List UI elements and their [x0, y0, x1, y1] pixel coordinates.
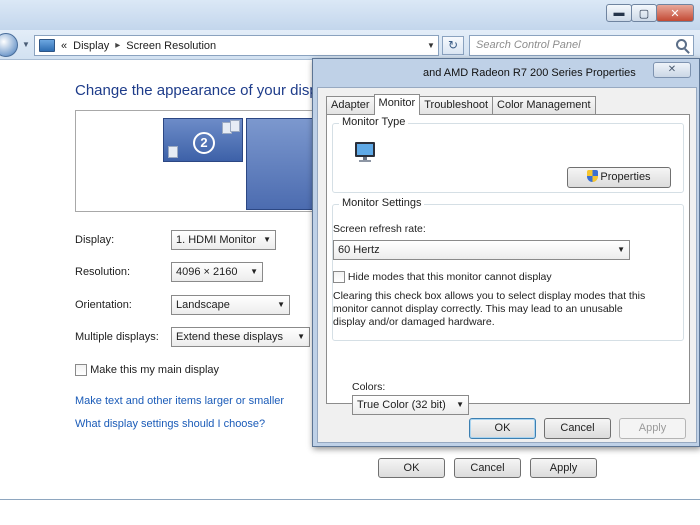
colors-label: Colors:	[352, 381, 386, 393]
refresh-rate-select[interactable]: 60 Hertz ▼	[333, 240, 630, 260]
dialog-ok-button[interactable]: OK	[469, 418, 536, 439]
breadcrumb-display[interactable]: Display	[73, 40, 109, 52]
chevron-down-icon: ▼	[250, 267, 258, 276]
chevron-down-icon: ▼	[263, 235, 271, 244]
display-select[interactable]: 1. HDMI Monitor ▼	[171, 230, 276, 250]
resolution-select-value: 4096 × 2160	[176, 266, 238, 278]
control-panel-icon	[39, 39, 55, 52]
window-titlebar: ▬ ▢ ✕	[0, 0, 700, 30]
description-line: Clearing this check box allows you to se…	[333, 290, 646, 302]
orientation-label: Orientation:	[75, 299, 132, 311]
page-title: Change the appearance of your displa	[75, 82, 330, 99]
refresh-rate-value: 60 Hertz	[338, 244, 380, 256]
description-line: monitor cannot display correctly. This m…	[333, 303, 623, 315]
monitor-properties-button[interactable]: Properties	[567, 167, 671, 188]
window-icon	[230, 120, 240, 132]
chevron-down-icon: ▼	[277, 300, 285, 309]
resolution-select[interactable]: 4096 × 2160 ▼	[171, 262, 263, 282]
cancel-button[interactable]: Cancel	[454, 458, 521, 478]
colors-value: True Color (32 bit)	[357, 399, 446, 411]
monitor-icon	[355, 142, 375, 162]
address-dropdown-icon[interactable]: ▼	[424, 41, 438, 50]
hide-modes-label[interactable]: Hide modes that this monitor cannot disp…	[348, 271, 552, 283]
orientation-select[interactable]: Landscape ▼	[171, 295, 290, 315]
dialog-body: Adapter Monitor Troubleshoot Color Manag…	[317, 87, 697, 443]
search-icon[interactable]	[676, 39, 687, 50]
main-display-checkbox[interactable]	[75, 364, 87, 377]
dialog-apply-button[interactable]: Apply	[619, 418, 686, 439]
search-placeholder: Search Control Panel	[476, 39, 581, 51]
search-input[interactable]: Search Control Panel	[469, 35, 694, 56]
chevron-down-icon: ▼	[456, 400, 464, 409]
tab-strip: Adapter Monitor Troubleshoot Color Manag…	[326, 94, 596, 115]
dialog-close-button[interactable]: ✕	[653, 62, 691, 78]
minimize-button[interactable]: ▬	[606, 4, 632, 22]
dialog-title: and AMD Radeon R7 200 Series Properties	[423, 67, 636, 79]
back-button[interactable]	[0, 33, 18, 57]
monitor-settings-label: Monitor Settings	[339, 197, 425, 209]
monitor-properties-label: Properties	[600, 171, 651, 183]
multiple-displays-select[interactable]: Extend these displays ▼	[171, 327, 310, 347]
multiple-displays-label: Multiple displays:	[75, 331, 159, 343]
apply-button[interactable]: Apply	[530, 458, 597, 478]
dialog-cancel-button[interactable]: Cancel	[544, 418, 611, 439]
monitor-tab-panel: Monitor Type Properties Monitor Settings…	[326, 114, 690, 415]
uac-shield-icon	[587, 170, 599, 182]
properties-dialog: and AMD Radeon R7 200 Series Properties …	[312, 58, 700, 447]
resolution-label: Resolution:	[75, 266, 131, 278]
monitor-preview: 2	[75, 110, 336, 212]
chevron-down-icon: ▼	[617, 245, 625, 254]
refresh-button[interactable]: ↻	[442, 36, 464, 55]
breadcrumb-screen-resolution[interactable]: Screen Resolution	[126, 40, 216, 52]
maximize-button[interactable]: ▢	[631, 4, 657, 22]
description-line: display and/or damaged hardware.	[333, 316, 495, 328]
window-icon	[168, 146, 178, 158]
monitor-type-label: Monitor Type	[339, 116, 409, 128]
hide-modes-description: Clearing this check box allows you to se…	[333, 290, 653, 329]
main-display-label[interactable]: Make this my main display	[90, 364, 219, 376]
orientation-select-value: Landscape	[176, 299, 230, 311]
multiple-displays-select-value: Extend these displays	[176, 331, 284, 343]
crumb-overflow[interactable]: «	[61, 40, 67, 52]
refresh-rate-label: Screen refresh rate:	[333, 223, 426, 235]
breadcrumb-separator-icon[interactable]: ▸	[115, 40, 120, 51]
display-select-value: 1. HDMI Monitor	[176, 234, 257, 246]
display-label: Display:	[75, 234, 115, 246]
monitor-number-badge: 2	[193, 132, 215, 154]
chevron-down-icon: ▼	[297, 332, 305, 341]
hide-modes-checkbox[interactable]	[333, 271, 345, 284]
address-bar: ▼ « Display ▸ Screen Resolution ▼ ↻ Sear…	[0, 30, 700, 60]
monitor-2-tile[interactable]: 2	[163, 118, 243, 162]
tab-troubleshoot[interactable]: Troubleshoot	[419, 96, 494, 114]
tab-monitor[interactable]: Monitor	[373, 94, 421, 115]
ok-button[interactable]: OK	[378, 458, 445, 478]
close-button[interactable]: ✕	[656, 4, 694, 22]
monitor-settings-group: Monitor Settings Screen refresh rate: 60…	[332, 197, 684, 341]
tab-color-management[interactable]: Color Management	[492, 96, 596, 114]
display-help-link[interactable]: What display settings should I choose?	[75, 418, 265, 430]
text-size-link[interactable]: Make text and other items larger or smal…	[75, 395, 284, 407]
caption-buttons: ▬ ▢ ✕	[606, 4, 694, 22]
tab-adapter[interactable]: Adapter	[326, 96, 375, 114]
address-box[interactable]: « Display ▸ Screen Resolution ▼	[34, 35, 439, 56]
recent-pages-dropdown[interactable]: ▼	[22, 40, 30, 49]
colors-select[interactable]: True Color (32 bit) ▼	[352, 395, 469, 415]
main-display-option[interactable]: Make this my main display	[75, 364, 219, 377]
monitor-type-group: Monitor Type Properties	[332, 116, 684, 193]
hide-modes-option[interactable]: Hide modes that this monitor cannot disp…	[333, 271, 552, 284]
